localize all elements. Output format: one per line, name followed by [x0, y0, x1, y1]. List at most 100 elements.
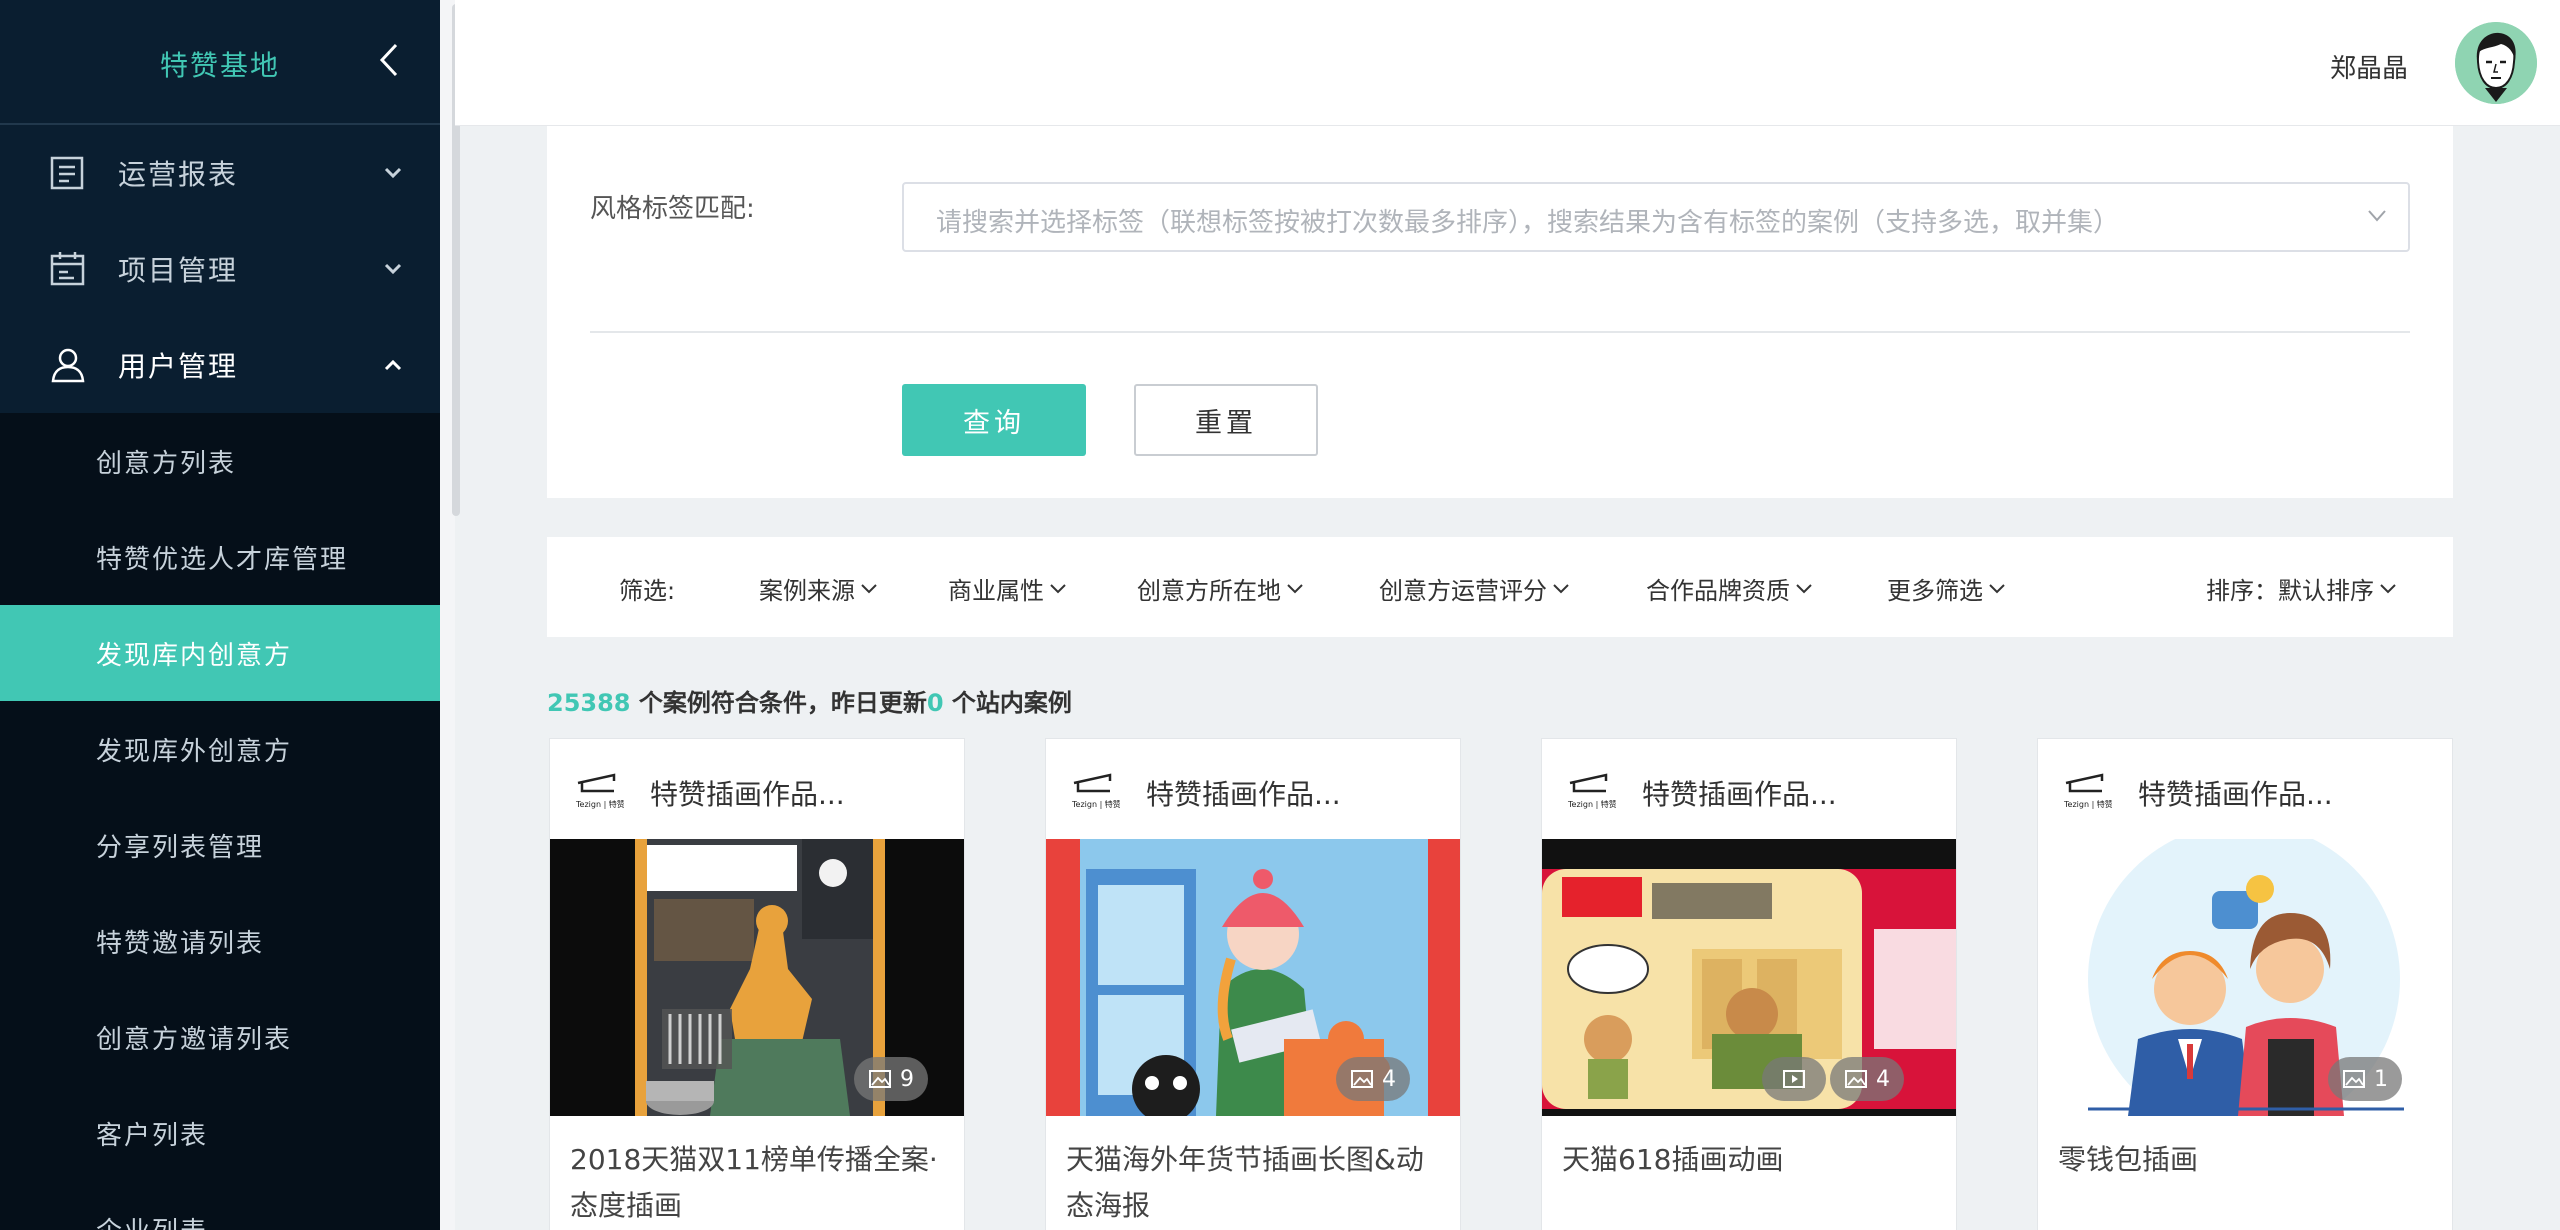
sidebar-item-discover-external[interactable]: 发现库外创意方	[0, 701, 440, 797]
sidebar-item-talent-pool[interactable]: 特赞优选人才库管理	[0, 509, 440, 605]
report-icon	[50, 156, 84, 190]
card-brand: 特赞插画作品...	[1146, 778, 1341, 811]
filter-case-source[interactable]: 案例来源	[759, 571, 879, 606]
chevron-up-icon	[384, 359, 402, 371]
menu-label: 用户管理	[118, 350, 239, 383]
filter-bar: 筛选: 案例来源 商业属性 创意方所在地 创意方运营评分 合作品牌资质 更多筛选…	[547, 537, 2453, 637]
svg-text:Tezign | 特赞: Tezign | 特赞	[1071, 799, 1120, 809]
chevron-down-icon	[1050, 583, 1066, 593]
svg-text:Tezign | 特赞: Tezign | 特赞	[2063, 799, 2112, 809]
sort-text: 排序：默认排序	[2206, 577, 2374, 605]
menu-project-management[interactable]: 项目管理	[0, 221, 440, 317]
card-header: Tezign | 特赞 特赞插画作品...	[1046, 739, 1460, 839]
top-header: 郑晶晶	[455, 0, 2560, 126]
filter-label: 筛选:	[619, 577, 676, 605]
chevron-down-icon	[384, 263, 402, 275]
card-title[interactable]: 天猫海外年货节插画长图&动态海报	[1066, 1137, 1442, 1229]
case-card[interactable]: Tezign | 特赞 特赞插画作品... 9 2018天猫双11榜单传播全案·…	[549, 738, 965, 1230]
card-brand: 特赞插画作品...	[2138, 778, 2333, 811]
image-count: 4	[1382, 1066, 1396, 1092]
search-panel: 风格标签匹配: 请搜索并选择标签（联想标签按被打次数最多排序），搜索结果为含有标…	[547, 126, 2453, 498]
image-count-badge: 4	[1830, 1057, 1904, 1101]
image-count: 1	[2374, 1066, 2388, 1092]
user-name[interactable]: 郑晶晶	[2330, 48, 2408, 85]
collapse-sidebar-icon[interactable]	[372, 40, 406, 80]
card-header: Tezign | 特赞 特赞插画作品...	[1542, 739, 1956, 839]
filter-business-attr[interactable]: 商业属性	[948, 571, 1068, 606]
chevron-down-icon	[2380, 583, 2396, 593]
video-icon	[1783, 1070, 1805, 1088]
tezign-logo-icon: Tezign | 特赞	[2063, 773, 2112, 809]
svg-text:Tezign | 特赞: Tezign | 特赞	[1567, 799, 1616, 809]
card-title[interactable]: 零钱包插画	[2058, 1137, 2434, 1183]
sidebar-item-creator-list[interactable]: 创意方列表	[0, 413, 440, 509]
menu-label: 运营报表	[118, 158, 239, 191]
user-icon	[51, 348, 85, 383]
tezign-logo-icon: Tezign | 特赞	[1071, 773, 1120, 809]
avatar[interactable]	[2455, 22, 2537, 104]
sidebar: 特赞基地 运营报表 项目管理 用户管理 创意方列表 特赞优选人才库管理 发现库内…	[0, 0, 440, 1230]
tag-select-placeholder: 请搜索并选择标签（联想标签按被打次数最多排序），搜索结果为含有标签的案例（支持多…	[936, 208, 2120, 238]
case-card[interactable]: Tezign | 特赞 特赞插画作品... 4 天猫海外年货节插画长图&动态海报	[1045, 738, 1461, 1230]
image-count-badge: 1	[2328, 1057, 2402, 1101]
chevron-down-icon	[1989, 583, 2005, 593]
brand-title: 特赞基地	[160, 49, 281, 82]
filter-creator-rating[interactable]: 创意方运营评分	[1379, 571, 1571, 606]
case-card[interactable]: Tezign | 特赞 特赞插画作品... 4 天猫618插画动画	[1541, 738, 1957, 1230]
image-icon	[1845, 1070, 1867, 1088]
sidebar-item-creator-invites[interactable]: 创意方邀请列表	[0, 989, 440, 1085]
image-icon	[2343, 1070, 2365, 1088]
chevron-down-icon	[2368, 210, 2386, 222]
card-title[interactable]: 2018天猫双11榜单传播全案·态度插画	[570, 1137, 946, 1229]
menu-user-management[interactable]: 用户管理	[0, 317, 440, 413]
calendar-icon	[50, 252, 85, 286]
filter-more[interactable]: 更多筛选	[1887, 571, 2007, 606]
updated-count: 0	[926, 689, 944, 717]
card-brand: 特赞插画作品...	[1642, 778, 1837, 811]
style-tag-label: 风格标签匹配:	[590, 194, 755, 224]
menu-label: 项目管理	[118, 254, 239, 287]
card-header: Tezign | 特赞 特赞插画作品...	[2038, 739, 2452, 839]
card-header: Tezign | 特赞 特赞插画作品...	[550, 739, 964, 839]
result-stats: 25388 个案例符合条件，昨日更新0 个站内案例	[547, 683, 1072, 718]
sidebar-item-discover-internal[interactable]: 发现库内创意方	[0, 605, 440, 701]
image-count-badge: 9	[854, 1057, 928, 1101]
tezign-logo-icon: Tezign | 特赞	[1567, 773, 1616, 809]
result-count: 25388	[547, 689, 631, 717]
filter-text: 更多筛选	[1887, 577, 1983, 605]
chevron-down-icon	[1796, 583, 1812, 593]
video-badge	[1762, 1057, 1826, 1101]
sidebar-header: 特赞基地	[0, 0, 440, 125]
card-title[interactable]: 天猫618插画动画	[1562, 1137, 1938, 1183]
filter-text: 合作品牌资质	[1646, 577, 1790, 605]
tezign-logo-icon: Tezign | 特赞	[575, 773, 624, 809]
sidebar-item-client-list[interactable]: 客户列表	[0, 1085, 440, 1181]
user-management-submenu: 创意方列表 特赞优选人才库管理 发现库内创意方 发现库外创意方 分享列表管理 特…	[0, 413, 440, 1230]
filter-brand-qualification[interactable]: 合作品牌资质	[1646, 571, 1814, 606]
query-button[interactable]: 查询	[902, 384, 1086, 456]
menu-operations-report[interactable]: 运营报表	[0, 125, 440, 221]
sidebar-item-tezign-invites[interactable]: 特赞邀请列表	[0, 893, 440, 989]
svg-text:Tezign | 特赞: Tezign | 特赞	[575, 799, 624, 809]
sidebar-item-share-list[interactable]: 分享列表管理	[0, 797, 440, 893]
chevron-down-icon	[861, 583, 877, 593]
stats-text: 个站内案例	[943, 689, 1072, 717]
filter-text: 商业属性	[948, 577, 1044, 605]
divider	[590, 331, 2410, 333]
card-brand: 特赞插画作品...	[650, 778, 845, 811]
image-count: 9	[900, 1066, 914, 1092]
filter-creator-location[interactable]: 创意方所在地	[1137, 571, 1305, 606]
image-icon	[1351, 1070, 1373, 1088]
image-count: 4	[1876, 1066, 1890, 1092]
image-icon	[869, 1070, 891, 1088]
case-card[interactable]: Tezign | 特赞 特赞插画作品... 1 零钱包插画	[2037, 738, 2453, 1230]
sidebar-item-enterprise-list[interactable]: 企业列表	[0, 1181, 440, 1230]
reset-button[interactable]: 重置	[1134, 384, 1318, 456]
filter-text: 创意方所在地	[1137, 577, 1281, 605]
style-tag-select[interactable]: 请搜索并选择标签（联想标签按被打次数最多排序），搜索结果为含有标签的案例（支持多…	[902, 182, 2410, 252]
chevron-down-icon	[1553, 583, 1569, 593]
stats-text: 个案例符合条件，昨日更新	[630, 689, 927, 717]
chevron-down-icon	[384, 167, 402, 179]
sort-select[interactable]: 排序：默认排序	[2206, 571, 2398, 606]
filter-text: 创意方运营评分	[1379, 577, 1547, 605]
